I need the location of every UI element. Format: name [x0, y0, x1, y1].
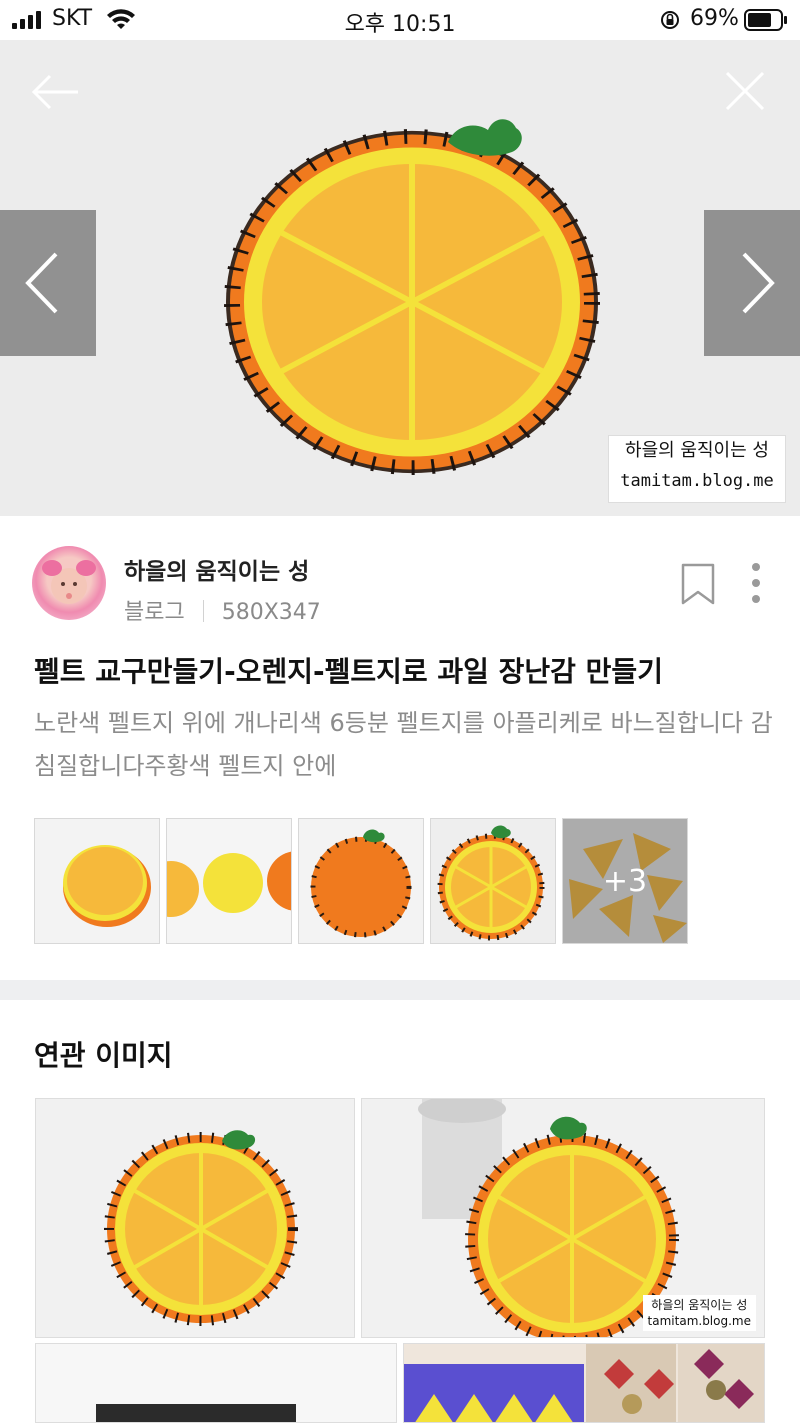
next-image-button[interactable] [704, 210, 800, 356]
section-divider [0, 980, 800, 1000]
battery-percent: 69% [690, 6, 739, 31]
bookmark-icon[interactable] [680, 562, 716, 606]
chevron-left-icon [25, 252, 58, 314]
source-type: 블로그 [124, 600, 185, 625]
thumbnail-5[interactable]: +3 [562, 818, 688, 944]
author-name[interactable]: 하을의 움직이는 성 [124, 552, 309, 586]
related-image-2[interactable]: 하을의 움직이는 성 tamitam.blog.me [361, 1098, 765, 1338]
thumbnail-4[interactable] [430, 818, 556, 944]
thumbnail-3[interactable] [298, 818, 424, 944]
source-line: 블로그 580X347 [124, 594, 321, 626]
avatar-image [42, 560, 96, 604]
more-options-icon[interactable] [746, 560, 766, 606]
watermark-name: 하을의 움직이는 성 [625, 440, 769, 461]
avatar[interactable] [32, 546, 106, 620]
related-image [404, 1344, 764, 1422]
image-dimensions: 580X347 [221, 600, 321, 625]
post-description: 노란색 펠트지 위에 개나리색 6등분 펠트지를 아플리케로 바느질합니다 감침… [34, 709, 773, 780]
rotation-lock-icon [661, 11, 679, 29]
thumbnail-image [167, 819, 291, 943]
image-viewer: 하을의 움직이는 성 tamitam.blog.me [0, 40, 800, 516]
post-title[interactable]: 펠트 교구만들기-오렌지-펠트지로 과일 장난감 만들기 [34, 650, 663, 690]
related-images-heading: 연관 이미지 [34, 1039, 173, 1072]
related-watermark-url: tamitam.blog.me [647, 1314, 751, 1328]
source-separator [202, 600, 204, 622]
related-watermark: 하을의 움직이는 성 tamitam.blog.me [642, 1295, 756, 1331]
thumbnail-image [299, 819, 423, 943]
related-image-3[interactable] [35, 1343, 397, 1423]
related-image [36, 1099, 354, 1337]
status-bar: SKT 오후 10:51 69% [0, 0, 800, 40]
related-image-1[interactable] [35, 1098, 355, 1338]
thumbnail-image [431, 819, 555, 943]
back-arrow-icon[interactable] [30, 72, 80, 112]
clock: 오후 10:51 [344, 12, 456, 37]
post-info: 하을의 움직이는 성 블로그 580X347 펠트 교구만들기-오렌지-펠트지로 … [0, 516, 800, 980]
thumbnail-1[interactable] [34, 818, 160, 944]
previous-image-button[interactable] [0, 210, 96, 356]
related-image-4[interactable] [403, 1343, 765, 1423]
chevron-right-icon [742, 252, 775, 314]
battery-icon [744, 9, 787, 31]
close-icon[interactable] [724, 70, 766, 112]
thumbnail-image [35, 819, 159, 943]
more-images-count: +3 [563, 819, 687, 943]
watermark-url: tamitam.blog.me [620, 471, 774, 491]
image-watermark: 하을의 움직이는 성 tamitam.blog.me [608, 435, 786, 503]
thumbnail-2[interactable] [166, 818, 292, 944]
related-image [36, 1344, 396, 1422]
related-watermark-name: 하을의 움직이는 성 [651, 1298, 748, 1312]
